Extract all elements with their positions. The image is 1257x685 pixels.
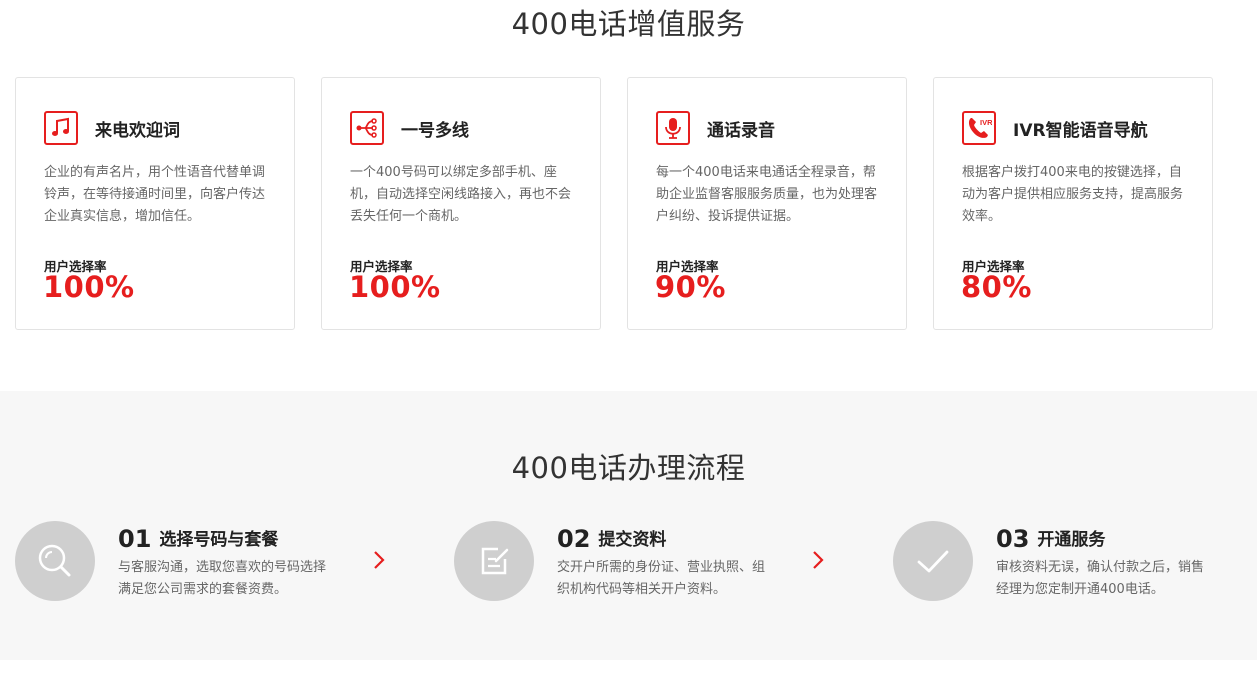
card-description: 一个400号码可以绑定多部手机、座机，自动选择空闲线路接入，再也不会丢失任何一个…: [350, 165, 572, 224]
step-description: 审核资料无误，确认付款之后，销售经理为您定制开通400电话。: [996, 560, 1205, 597]
share-branch-icon: [350, 111, 384, 145]
music-note-icon: [44, 111, 78, 145]
card-description: 每一个400电话来电通话全程录音，帮助企业监督客服服务质量，也为处理客户纠纷、投…: [656, 165, 878, 224]
card-title: IVR智能语音导航: [1013, 121, 1148, 141]
card-rate-value: 100%: [43, 270, 135, 304]
edit-document-icon: [454, 521, 534, 601]
search-icon: [15, 521, 95, 601]
service-card-recording[interactable]: 通话录音 每一个400电话来电通话全程录音，帮助企业监督客服服务质量，也为处理客…: [627, 77, 907, 330]
step-description: 与客服沟通，选取您喜欢的号码选择满足您公司需求的套餐资费。: [118, 560, 327, 597]
step-number: 02: [557, 525, 591, 553]
service-card-multiline[interactable]: 一号多线 一个400号码可以绑定多部手机、座机，自动选择空闲线路接入，再也不会丢…: [321, 77, 601, 330]
card-description: 根据客户拨打400来电的按键选择，自动为客户提供相应服务支持，提高服务效率。: [962, 165, 1184, 224]
ivr-phone-icon: IVR: [962, 111, 996, 145]
checkmark-icon: [893, 521, 973, 601]
step-title: 提交资料: [598, 530, 667, 550]
step-title: 选择号码与套餐: [159, 530, 279, 550]
step-heading: 03 开通服务: [996, 525, 1105, 553]
card-title: 通话录音: [707, 121, 775, 141]
microphone-icon: [656, 111, 690, 145]
service-card-ivr[interactable]: IVR IVR智能语音导航 根据客户拨打400来电的按键选择，自动为客户提供相应…: [933, 77, 1213, 330]
service-card-welcome[interactable]: 来电欢迎词 企业的有声名片，用个性语音代替单调铃声，在等待接通时间里，向客户传达…: [15, 77, 295, 330]
process-title: 400电话办理流程: [511, 451, 746, 485]
card-rate-value: 100%: [349, 270, 441, 304]
card-title: 一号多线: [401, 121, 469, 141]
step-number: 01: [118, 525, 152, 553]
card-rate-value: 90%: [655, 270, 726, 304]
process-section: 400电话办理流程 01 选择号码与套餐 与客服沟通，选取您喜欢的号码选择满足您公…: [0, 391, 1257, 660]
card-description: 企业的有声名片，用个性语音代替单调铃声，在等待接通时间里，向客户传达企业真实信息…: [44, 165, 266, 224]
step-number: 03: [996, 525, 1030, 553]
ivr-icon-text: IVR: [980, 118, 992, 127]
step-description: 交开户所需的身份证、营业执照、组织机构代码等相关开户资料。: [557, 560, 766, 597]
step-heading: 01 选择号码与套餐: [118, 525, 278, 553]
services-title: 400电话增值服务: [511, 7, 746, 41]
chevron-right-icon: [813, 551, 824, 569]
card-rate-value: 80%: [961, 270, 1032, 304]
step-heading: 02 提交资料: [557, 525, 666, 553]
step-title: 开通服务: [1037, 530, 1106, 550]
card-title: 来电欢迎词: [95, 121, 180, 141]
chevron-right-icon: [374, 551, 385, 569]
